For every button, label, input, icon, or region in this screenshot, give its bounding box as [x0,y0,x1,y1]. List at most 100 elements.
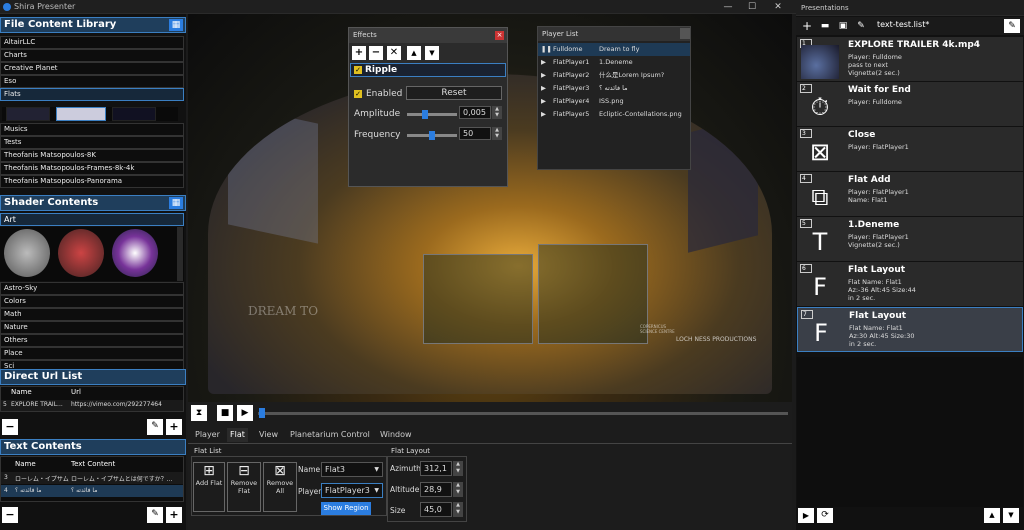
checkbox-icon[interactable]: ✓ [354,66,362,74]
size-spinner[interactable]: ▲ ▼ [453,502,463,517]
timeline-track[interactable] [258,412,788,415]
play-icon[interactable]: ▶ [541,95,546,108]
show-region-button[interactable]: Show Region [321,502,371,515]
move-down-button[interactable]: ▼ [425,46,439,60]
grid-view-button[interactable]: ▦ [169,197,183,209]
tab-flat[interactable]: Flat [227,428,248,442]
play-icon[interactable]: ▶ [541,56,546,69]
thumbnail[interactable] [112,107,156,121]
effect-row[interactable]: ✓ Ripple [350,63,506,77]
minimize-button[interactable]: — [716,0,740,14]
player-list-row[interactable]: ▶ FlatPlayer4 ISS.png [538,95,690,108]
close-effects-button[interactable]: × [495,31,504,40]
add-text-button[interactable]: + [166,507,182,523]
list-item[interactable]: Others [0,334,184,347]
player-select[interactable]: FlatPlayer3 ▼ [321,483,383,498]
table-row[interactable]: 4 ما فائدته ؟ ما فائدته ؟ [1,485,183,497]
stop-button[interactable]: ■ [217,405,233,421]
player-list-row[interactable]: ▶ FlatPlayer5 Ecliptic-Contellations.png [538,108,690,121]
remove-effect-button[interactable]: − [369,46,383,60]
table-row[interactable]: 5 EXPLORE TRAIL... https://vimeo.com/292… [1,400,183,411]
azimuth-spinner[interactable]: ▲ ▼ [453,461,463,476]
list-item[interactable]: Place [0,347,184,360]
shader-thumb[interactable] [4,229,50,277]
open-folder-icon[interactable]: ▬ [818,19,832,33]
play-icon[interactable]: ▶ [541,69,546,82]
list-item[interactable]: Theofanis Matsopoulos-Panorama [0,175,184,188]
list-item[interactable]: Nature [0,321,184,334]
thumbnail[interactable] [6,107,50,121]
amplitude-slider-knob[interactable] [422,110,429,119]
presentation-item[interactable]: 3 ⊠ Close Player: FlatPlayer1 [797,127,1023,172]
frequency-slider-knob[interactable] [429,131,435,140]
list-item[interactable]: Math [0,308,184,321]
presentation-item[interactable]: 6 F Flat Layout Flat Name: Flat1 Az:-36 Alt:… [797,262,1023,307]
close-window-button[interactable]: ✕ [766,0,790,14]
add-effect-button[interactable]: + [352,46,366,60]
thumbnail[interactable] [56,107,106,121]
play-icon[interactable]: ▶ [541,82,546,95]
tab-player[interactable]: Player [192,428,223,442]
frequency-input[interactable]: 50 [459,127,491,140]
list-item[interactable]: Musics [0,123,184,136]
player-list-row[interactable]: ❚❚ Fulldome Dream to fly [538,43,690,56]
reset-button[interactable]: Reset [406,86,502,100]
list-item[interactable]: Eso [0,75,184,88]
play-presentation-button[interactable]: ▶ [798,508,814,523]
skip-button[interactable]: ⧗ [191,405,207,421]
edit-url-button[interactable]: ✎ [147,419,163,435]
edit-icon[interactable]: ✎ [1004,19,1020,33]
list-item[interactable]: Theofanis Matsopoulos-Frames-8k-4k [0,162,184,175]
amplitude-spinner[interactable]: ▲ ▼ [492,106,502,119]
altitude-spinner[interactable]: ▲ ▼ [453,482,463,497]
shader-thumb[interactable] [112,229,158,277]
delete-effect-button[interactable]: ✕ [387,46,401,60]
table-row[interactable]: 3 ローレム・イプサム... ローレム・イプサムとは何ですか？... [1,472,183,484]
shader-selected-category[interactable]: Art [0,213,184,226]
move-down-button[interactable]: ▼ [1003,508,1019,523]
loop-icon[interactable]: ⟳ [817,508,833,523]
list-item[interactable]: Charts [0,49,184,62]
enabled-checkbox[interactable]: ✓ [354,90,362,98]
presentation-item[interactable]: 2 ⏱ Wait for End Player: Fulldome [797,82,1023,127]
tab-planetarium-control[interactable]: Planetarium Control [287,428,373,442]
save-icon[interactable]: ▣ [836,19,850,33]
list-item[interactable]: AltairLLC [0,36,184,49]
play-button[interactable]: ▶ [237,405,253,421]
name-select[interactable]: Flat3 ▼ [321,462,383,477]
scrollbar[interactable] [177,227,183,281]
edit-text-button[interactable]: ✎ [147,507,163,523]
grid-view-button[interactable]: ▦ [169,19,183,31]
player-list-scroll[interactable] [680,28,690,39]
maximize-button[interactable]: ☐ [740,0,764,14]
shader-thumb[interactable] [58,229,104,277]
altitude-input[interactable]: 28,9 [420,482,452,497]
size-input[interactable]: 45,0 [420,502,452,517]
save-as-icon[interactable]: ✎ [854,19,868,33]
list-item[interactable]: Astro-Sky [0,282,184,295]
player-list-row[interactable]: ▶ FlatPlayer1 1.Deneme [538,56,690,69]
amplitude-slider[interactable] [407,113,457,116]
tab-view[interactable]: View [256,428,281,442]
add-flat-button[interactable]: ⊞ Add Flat [193,462,225,512]
presentation-item[interactable]: 1 EXPLORE TRAILER 4k.mp4 Player: Fulldome p… [797,37,1023,82]
list-item[interactable]: Tests [0,136,184,149]
remove-url-button[interactable]: − [2,419,18,435]
list-item[interactable]: Theofanis Matsopoulos-8K [0,149,184,162]
presentation-item[interactable]: 4 ⧉ Flat Add Player: FlatPlayer1 Name: Flat1 [797,172,1023,217]
remove-text-button[interactable]: − [2,507,18,523]
add-url-button[interactable]: + [166,419,182,435]
player-list-row[interactable]: ▶ FlatPlayer2 什么是Lorem Ipsum? [538,69,690,82]
list-item[interactable]: Creative Planet [0,62,184,75]
timeline-handle[interactable] [259,408,265,418]
remove-all-button[interactable]: ⊠ Remove All [263,462,297,512]
player-list-row[interactable]: ▶ FlatPlayer3 ما فائدته ؟ [538,82,690,95]
frequency-spinner[interactable]: ▲ ▼ [492,127,502,140]
move-up-button[interactable]: ▲ [407,46,421,60]
list-item[interactable]: Flats [0,88,184,101]
remove-flat-button[interactable]: ⊟ Remove Flat [227,462,261,512]
presentation-item[interactable]: 5 T 1.Deneme Player: FlatPlayer1 Vignette(2 … [797,217,1023,262]
amplitude-input[interactable]: 0,005 [459,106,491,119]
pause-icon[interactable]: ❚❚ [541,43,552,56]
azimuth-input[interactable]: 312,1 [420,461,452,476]
